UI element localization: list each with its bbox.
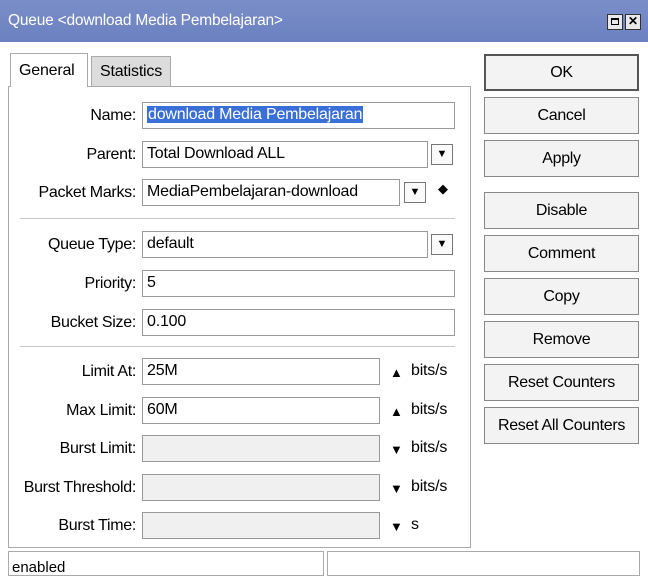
- reset-counters-button[interactable]: Reset Counters: [484, 364, 639, 401]
- name-field[interactable]: download Media Pembelajaran: [142, 102, 455, 129]
- parent-label: Parent:: [86, 146, 137, 163]
- burst-threshold-label: Burst Threshold:: [23, 479, 137, 496]
- packet-marks-updown-icon[interactable]: ◆: [436, 182, 450, 195]
- limit-at-label: Limit At:: [81, 363, 137, 380]
- burst-time-label: Burst Time:: [58, 517, 136, 534]
- burst-time-field[interactable]: [142, 512, 380, 539]
- apply-button[interactable]: Apply: [484, 140, 639, 177]
- burst-time-unit: s: [411, 516, 419, 533]
- packet-marks-select[interactable]: MediaPembelajaran-download: [142, 179, 400, 206]
- burst-limit-field[interactable]: [142, 435, 380, 462]
- burst-limit-down-icon[interactable]: ▼: [390, 442, 403, 457]
- bucket-size-field[interactable]: 0.100: [142, 309, 455, 336]
- tab-general[interactable]: General: [10, 53, 88, 87]
- bucket-size-label: Bucket Size:: [50, 314, 137, 331]
- close-icon[interactable]: ✕: [625, 14, 641, 30]
- name-field-value: download Media Pembelajaran: [147, 106, 364, 123]
- queue-type-dropdown-icon[interactable]: ▼: [431, 234, 453, 255]
- max-limit-label: Max Limit:: [66, 402, 136, 419]
- packet-marks-dropdown-icon[interactable]: ▼: [404, 182, 426, 203]
- status-bar-extra: [327, 551, 640, 576]
- burst-threshold-field[interactable]: [142, 474, 380, 501]
- limit-at-up-icon[interactable]: ▲: [390, 365, 403, 380]
- separator: [20, 346, 455, 347]
- max-limit-unit: bits/s: [411, 401, 448, 418]
- remove-button[interactable]: Remove: [484, 321, 639, 358]
- limit-at-unit: bits/s: [411, 362, 448, 379]
- burst-threshold-unit: bits/s: [411, 478, 448, 495]
- comment-button[interactable]: Comment: [484, 235, 639, 272]
- tab-statistics[interactable]: Statistics: [91, 56, 171, 87]
- burst-limit-label: Burst Limit:: [59, 440, 137, 457]
- burst-time-down-icon[interactable]: ▼: [390, 519, 403, 534]
- queue-type-select[interactable]: default: [142, 231, 428, 258]
- max-limit-up-icon[interactable]: ▲: [390, 404, 403, 419]
- name-label: Name:: [90, 107, 136, 124]
- burst-threshold-down-icon[interactable]: ▼: [390, 481, 403, 496]
- disable-button[interactable]: Disable: [484, 192, 639, 229]
- priority-field[interactable]: 5: [142, 270, 455, 297]
- copy-button[interactable]: Copy: [484, 278, 639, 315]
- window-title: Queue <download Media Pembelajaran>: [8, 12, 283, 29]
- max-limit-field[interactable]: 60M: [142, 397, 380, 424]
- cancel-button[interactable]: Cancel: [484, 97, 639, 134]
- reset-all-counters-button[interactable]: Reset All Counters: [484, 407, 639, 444]
- queue-type-label: Queue Type:: [47, 236, 136, 253]
- burst-limit-unit: bits/s: [411, 439, 448, 456]
- packet-marks-label: Packet Marks:: [38, 184, 137, 201]
- maximize-icon[interactable]: [607, 14, 623, 30]
- parent-dropdown-icon[interactable]: ▼: [431, 144, 453, 165]
- limit-at-field[interactable]: 25M: [142, 358, 380, 385]
- priority-label: Priority:: [84, 275, 136, 292]
- ok-button[interactable]: OK: [484, 54, 639, 91]
- status-bar-state: enabled: [8, 551, 324, 576]
- window-titlebar[interactable]: Queue <download Media Pembelajaran> ✕: [0, 0, 648, 42]
- parent-select[interactable]: Total Download ALL: [142, 141, 428, 168]
- separator: [20, 218, 455, 219]
